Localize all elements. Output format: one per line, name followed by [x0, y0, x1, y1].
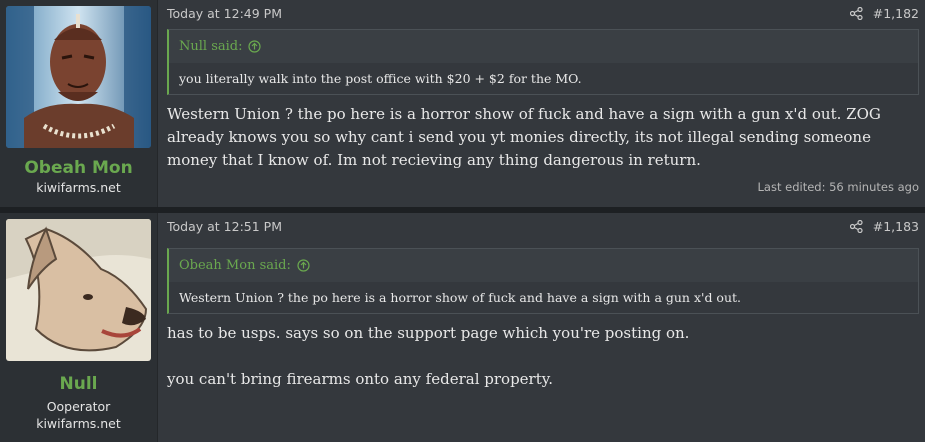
- quote-block: Obeah Mon said: Western Union ? the po h…: [167, 248, 919, 314]
- message-body: Western Union ? the po here is a horror …: [167, 103, 917, 172]
- user-cell: Null Ooperator kiwifarms.net: [0, 213, 158, 442]
- arrow-up-icon[interactable]: [297, 259, 310, 272]
- quote-author[interactable]: Obeah Mon said:: [179, 258, 291, 273]
- post: Obeah Mon kiwifarms.net Today at 12:49 P…: [0, 0, 925, 207]
- username[interactable]: Null: [60, 374, 98, 394]
- post-number[interactable]: #1,183: [873, 219, 919, 234]
- message-line: has to be usps. says so on the support p…: [167, 324, 690, 342]
- post-main: Today at 12:49 PM #1,182 Null said: you …: [158, 0, 925, 207]
- post-number[interactable]: #1,182: [873, 6, 919, 21]
- user-title: Ooperator: [46, 399, 111, 414]
- message-line: you can't bring firearms onto any federa…: [167, 370, 553, 388]
- arrow-up-icon[interactable]: [248, 40, 262, 53]
- post-main: Today at 12:51 PM #1,183 Obeah Mon said:: [158, 213, 925, 442]
- post: Null Ooperator kiwifarms.net Today at 12…: [0, 213, 925, 442]
- post-date[interactable]: Today at 12:51 PM: [167, 219, 282, 234]
- quote-header[interactable]: Null said:: [169, 30, 918, 63]
- last-edited: Last edited: 56 minutes ago: [757, 180, 919, 194]
- quote-content: Western Union ? the po here is a horror …: [169, 282, 918, 313]
- user-banner: kiwifarms.net: [36, 180, 121, 195]
- share-icon[interactable]: [849, 7, 863, 20]
- post-actions: #1,183: [849, 219, 919, 234]
- user-cell: Obeah Mon kiwifarms.net: [0, 0, 158, 207]
- quote-content: you literally walk into the post office …: [169, 63, 918, 94]
- message-text: Western Union ? the po here is a horror …: [167, 105, 881, 169]
- post-date[interactable]: Today at 12:49 PM: [167, 6, 282, 21]
- quote-block: Null said: you literally walk into the p…: [167, 29, 919, 95]
- quote-header[interactable]: Obeah Mon said:: [169, 249, 918, 282]
- post-actions: #1,182: [849, 6, 919, 21]
- message-body: has to be usps. says so on the support p…: [167, 322, 917, 391]
- quote-author[interactable]: Null said:: [179, 39, 242, 54]
- avatar[interactable]: [6, 219, 151, 361]
- username[interactable]: Obeah Mon: [24, 158, 132, 178]
- user-banner: kiwifarms.net: [36, 416, 121, 431]
- share-icon[interactable]: [849, 220, 863, 233]
- avatar[interactable]: [6, 6, 151, 148]
